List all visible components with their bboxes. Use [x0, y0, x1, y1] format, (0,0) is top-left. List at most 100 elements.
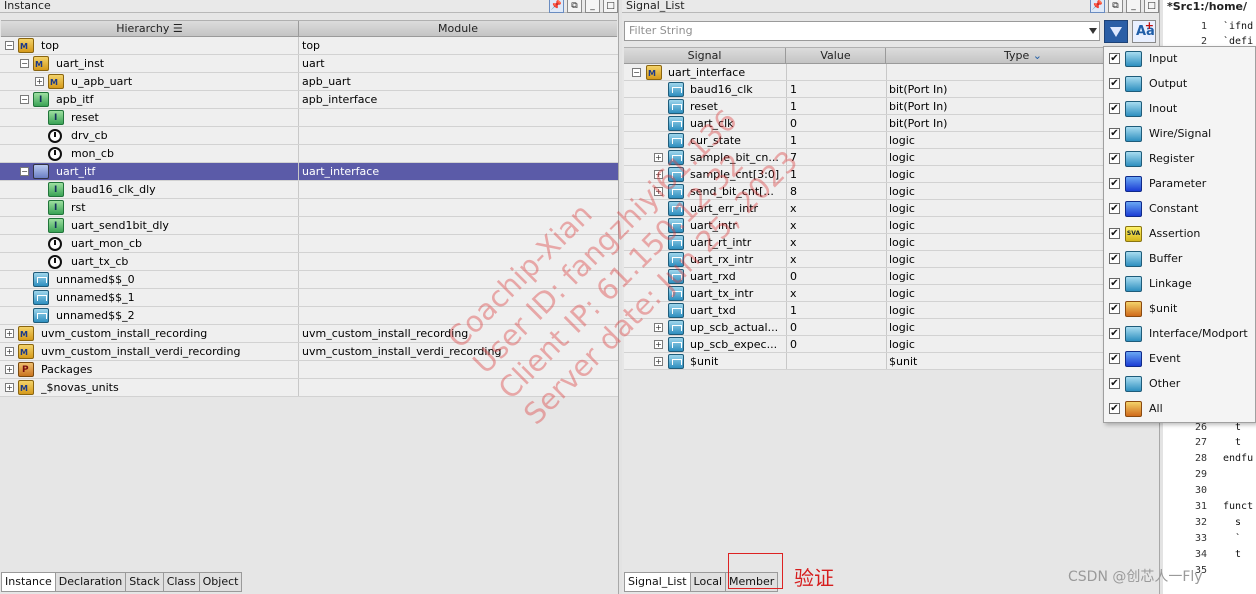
type-filter-label: Constant — [1149, 202, 1199, 215]
expand-icon[interactable]: + — [654, 340, 663, 349]
filter-funnel-button[interactable] — [1104, 20, 1128, 43]
case-sensitive-button[interactable]: Aa — [1132, 19, 1156, 43]
instance-row[interactable]: drv_cb — [0, 127, 618, 145]
checkbox[interactable]: ✔ — [1109, 128, 1120, 139]
instance-row[interactable]: − uart_inst uart — [0, 55, 618, 73]
instance-row[interactable]: mon_cb — [0, 145, 618, 163]
signal-row[interactable]: + $unit $unit — [624, 353, 1159, 370]
source-line[interactable]: 32 s — [1163, 515, 1256, 530]
minimize-icon[interactable]: _ — [585, 0, 600, 13]
collapse-icon[interactable]: − — [20, 95, 29, 104]
source-line[interactable]: 30 — [1163, 483, 1256, 498]
type-filter-item[interactable]: ✔ Inout — [1104, 97, 1255, 122]
expand-icon[interactable]: + — [5, 329, 14, 338]
signal-row[interactable]: uart_tx_intr x logic — [624, 285, 1159, 302]
instance-row[interactable]: uart_send1bit_dly — [0, 217, 618, 235]
annotation-text: 验证 — [794, 566, 834, 590]
signal-name: up_scb_actual... — [690, 321, 779, 334]
type-filter-item[interactable]: ✔ Buffer — [1104, 247, 1255, 272]
type-filter-item[interactable]: ✔ Input — [1104, 47, 1255, 72]
source-line[interactable]: 28 endfu — [1163, 451, 1256, 466]
tab-stack[interactable]: Stack — [126, 572, 164, 592]
source-line[interactable]: 1 `ifnd — [1163, 19, 1256, 34]
instance-title: Instance — [4, 0, 51, 12]
minimize-icon[interactable]: _ — [1126, 0, 1141, 13]
collapse-icon[interactable]: − — [20, 59, 29, 68]
collapse-icon[interactable]: − — [5, 41, 14, 50]
checkbox[interactable]: ✔ — [1109, 78, 1120, 89]
checkbox[interactable]: ✔ — [1109, 303, 1120, 314]
signal-value — [790, 353, 884, 371]
type-filter-item[interactable]: ✔ Constant — [1104, 197, 1255, 222]
chevron-down-icon[interactable] — [1089, 28, 1097, 34]
checkbox[interactable]: ✔ — [1109, 403, 1120, 414]
expand-icon[interactable]: + — [654, 357, 663, 366]
tab-class[interactable]: Class — [163, 572, 200, 592]
package-icon — [18, 362, 34, 377]
expand-icon[interactable]: + — [5, 365, 14, 374]
expand-icon[interactable]: + — [654, 323, 663, 332]
maximize-icon[interactable]: □ — [603, 0, 618, 13]
type-filter-item[interactable]: ✔ Wire/Signal — [1104, 122, 1255, 147]
instance-row[interactable]: rst — [0, 199, 618, 217]
source-line[interactable]: 33 ` — [1163, 531, 1256, 546]
signal-row[interactable]: + up_scb_actual... 0 logic — [624, 319, 1159, 336]
type-filter-label: Register — [1149, 152, 1195, 165]
checkbox[interactable]: ✔ — [1109, 153, 1120, 164]
tab-instance[interactable]: Instance — [1, 572, 56, 592]
source-line[interactable]: 29 — [1163, 467, 1256, 482]
checkbox[interactable]: ✔ — [1109, 378, 1120, 389]
pin-icon[interactable]: 📌 — [549, 0, 564, 13]
checkbox[interactable]: ✔ — [1109, 278, 1120, 289]
checkbox[interactable]: ✔ — [1109, 228, 1120, 239]
type-filter-item[interactable]: ✔ Interface/Modport — [1104, 322, 1255, 347]
checkbox[interactable]: ✔ — [1109, 53, 1120, 64]
signal-row[interactable]: uart_txd 1 logic — [624, 302, 1159, 319]
type-filter-item[interactable]: ✔ Event — [1104, 347, 1255, 372]
type-filter-item[interactable]: ✔ All — [1104, 397, 1255, 422]
source-line[interactable]: 31 funct — [1163, 499, 1256, 514]
tab-signal-list[interactable]: Signal_List — [624, 572, 691, 592]
instance-row[interactable]: − uart_itf uart_interface — [0, 163, 618, 181]
instance-row[interactable]: baud16_clk_dly — [0, 181, 618, 199]
type-filter-item[interactable]: ✔ $unit — [1104, 297, 1255, 322]
type-filter-label: Parameter — [1149, 177, 1207, 190]
source-line[interactable]: 34 t — [1163, 547, 1256, 562]
checkbox[interactable]: ✔ — [1109, 253, 1120, 264]
collapse-icon[interactable]: − — [632, 68, 641, 77]
checkbox[interactable]: ✔ — [1109, 353, 1120, 364]
expand-icon[interactable]: + — [35, 77, 44, 86]
tab-declaration[interactable]: Declaration — [55, 572, 127, 592]
signal-row[interactable]: uart_rxd 0 logic — [624, 268, 1159, 285]
collapse-icon[interactable]: − — [20, 167, 29, 176]
maximize-icon[interactable]: □ — [1144, 0, 1159, 13]
tab-local[interactable]: Local — [690, 572, 727, 592]
module-icon — [33, 56, 49, 71]
column-divider — [298, 55, 299, 72]
float-window-icon[interactable]: ⧉ — [567, 0, 582, 13]
signal-row[interactable]: + up_scb_expec... 0 logic — [624, 336, 1159, 353]
expand-icon[interactable]: + — [5, 347, 14, 356]
signal-type: logic — [889, 134, 915, 147]
type-filter-item[interactable]: ✔ Parameter — [1104, 172, 1255, 197]
checkbox[interactable]: ✔ — [1109, 203, 1120, 214]
pin-icon[interactable]: 📌 — [1090, 0, 1105, 13]
tab-object[interactable]: Object — [199, 572, 243, 592]
module-header[interactable]: Module — [299, 21, 617, 37]
type-filter-item[interactable]: ✔ Other — [1104, 372, 1255, 397]
type-filter-item[interactable]: ✔ Output — [1104, 72, 1255, 97]
type-filter-item[interactable]: ✔ Register — [1104, 147, 1255, 172]
checkbox[interactable]: ✔ — [1109, 178, 1120, 189]
checkbox[interactable]: ✔ — [1109, 103, 1120, 114]
expand-icon[interactable]: + — [5, 383, 14, 392]
instance-row[interactable]: − top top — [0, 37, 618, 55]
type-filter-item[interactable]: ✔ SVA Assertion — [1104, 222, 1255, 247]
instance-row[interactable]: − apb_itf apb_interface — [0, 91, 618, 109]
float-window-icon[interactable]: ⧉ — [1108, 0, 1123, 13]
source-line[interactable]: 27 t — [1163, 435, 1256, 450]
checkbox[interactable]: ✔ — [1109, 328, 1120, 339]
hierarchy-header[interactable]: Hierarchy ☰ — [1, 21, 299, 37]
instance-row[interactable]: reset — [0, 109, 618, 127]
type-filter-item[interactable]: ✔ Linkage — [1104, 272, 1255, 297]
instance-row[interactable]: + u_apb_uart apb_uart — [0, 73, 618, 91]
